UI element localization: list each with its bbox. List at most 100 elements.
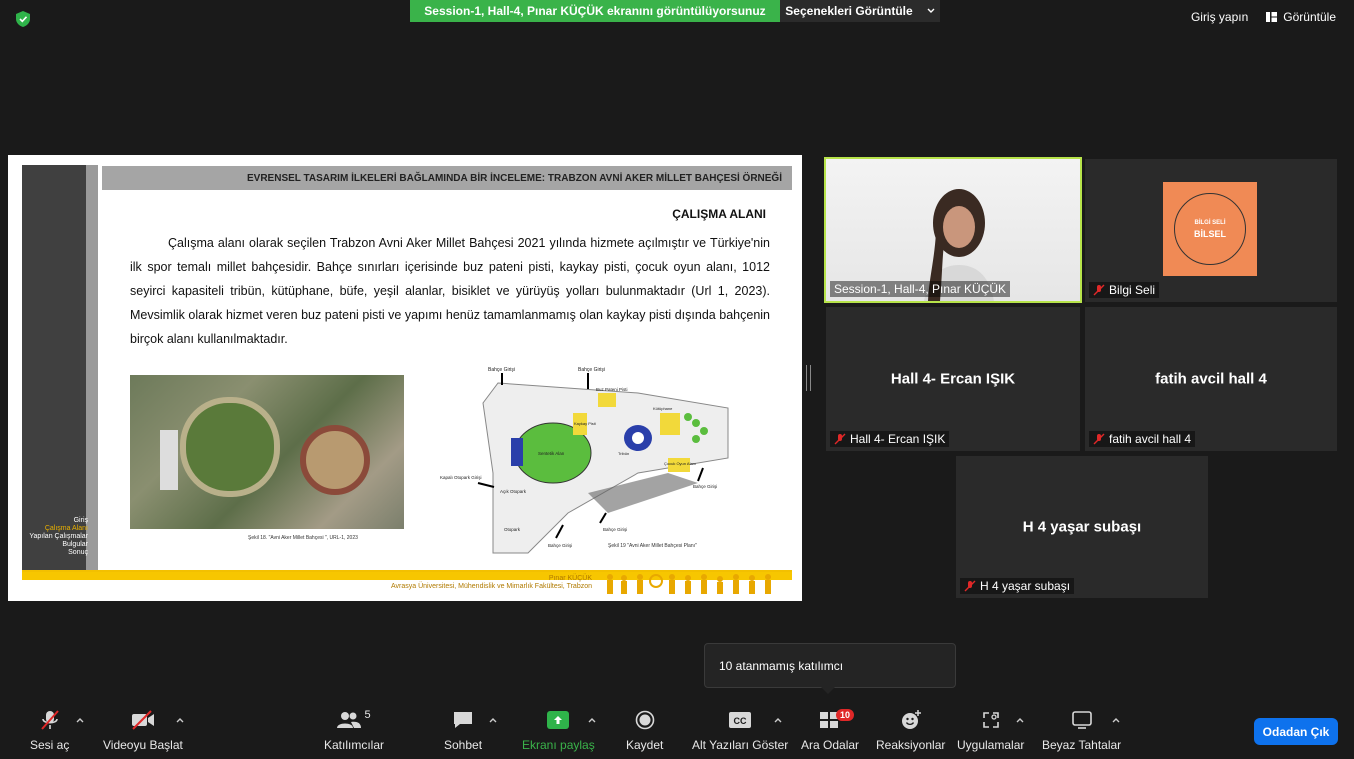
figure-caption: Şekil 19 "Avni Aker Millet Bahçesi Planı… [608, 543, 697, 549]
participant-name: Hall 4- Ercan IŞIK [850, 432, 946, 446]
plan-label-play: Çocuk Oyun Alanı [664, 461, 696, 466]
aerial-building [160, 430, 178, 490]
participant-display-name: fatih avcil hall 4 [1155, 370, 1267, 388]
video-tile-bilgi-seli[interactable]: BİLGİ SELİ BİLSEL Bilgi Seli [1085, 159, 1337, 302]
slide-nav-item-active: Çalışma Alanı [44, 525, 88, 532]
plan-label-field: Sentetik Alan [538, 451, 565, 456]
meeting-toolbar: Sesi aç Videoyu Başlat 5 Katılımcılar So… [0, 700, 1354, 759]
zoom-meeting-window: Session-1, Hall-4, Pınar KÜÇÜK ekranını … [0, 0, 1354, 759]
reactions-button[interactable]: Reaksiyonlar [876, 708, 945, 752]
screen-share-banner: Session-1, Hall-4, Pınar KÜÇÜK ekranını … [410, 0, 780, 22]
participant-name-label: Session-1, Hall-4, Pınar KÜÇÜK [830, 281, 1011, 297]
participant-display-name: H 4 yaşar subaşı [1022, 518, 1142, 536]
chat-icon [454, 712, 473, 728]
record-icon [635, 710, 654, 730]
leave-room-button[interactable]: Odadan Çık [1254, 718, 1338, 745]
chevron-up-icon[interactable] [1112, 716, 1120, 724]
participant-name-label: Bilgi Seli [1089, 282, 1160, 298]
mic-muted-icon [40, 710, 59, 730]
show-captions-label: Alt Yazıları Göster [692, 738, 789, 752]
view-label: Görüntüle [1283, 10, 1336, 24]
slide-nav-item: Yapılan Çalışmalar [29, 533, 88, 540]
slide-affiliation: Avrasya Üniversitesi, Mühendislik ve Mim… [391, 583, 592, 590]
share-arrow-icon [554, 716, 563, 724]
chevron-up-icon[interactable] [489, 716, 497, 724]
plan-label-entrance: Bahçe Girişi [488, 367, 515, 373]
reactions-smiley-icon [901, 710, 921, 729]
plan-label-parking: Kapalı Otopark Girişi [440, 475, 482, 480]
slide-left-bar [22, 165, 94, 570]
chevron-up-icon[interactable] [774, 716, 782, 724]
slide-author: Pınar KÜÇÜK Avrasya Üniversitesi, Mühend… [391, 575, 592, 591]
shared-screen-slide: Giriş Çalışma Alanı Yapılan Çalışmalar B… [8, 155, 802, 601]
share-screen-label: Ekranı paylaş [522, 738, 595, 752]
plan-label-library: Kütüphane [653, 406, 673, 411]
chevron-up-icon[interactable] [76, 716, 84, 724]
apps-icon [982, 712, 999, 728]
plan-label-tribune: Tribün [618, 451, 629, 456]
sign-in-link[interactable]: Giriş yapın [1191, 10, 1248, 24]
captions-icon: CC [729, 712, 752, 728]
logo-ring: BİLGİ SELİ BİLSEL [1174, 193, 1246, 265]
participants-icon [337, 712, 362, 728]
participants-count: 5 [364, 709, 371, 721]
chat-button[interactable]: Sohbet [444, 708, 482, 752]
participant-name: H 4 yaşar subaşı [980, 579, 1071, 593]
participant-display-name: Hall 4- Ercan IŞIK [890, 370, 1016, 388]
unmute-label: Sesi aç [30, 738, 70, 752]
apps-button[interactable]: Uygulamalar [957, 708, 1024, 752]
whiteboards-button[interactable]: Beyaz Tahtalar [1042, 708, 1121, 752]
plan-label-entrance: Bahçe Girişi [578, 367, 605, 373]
plan-label-skate: Kaykay Pisti [574, 421, 596, 426]
resize-handle[interactable] [806, 365, 811, 391]
svg-text:CC: CC [734, 716, 747, 726]
whiteboards-label: Beyaz Tahtalar [1042, 738, 1122, 752]
video-tile-yasar[interactable]: H 4 yaşar subaşı H 4 yaşar subaşı [956, 456, 1208, 598]
logo-text-main: BİLSEL [1193, 228, 1226, 239]
start-video-label: Videoyu Başlat [103, 738, 183, 752]
view-options-button[interactable]: Seçenekleri Görüntüle [780, 0, 940, 22]
breakout-tooltip: 10 atanmamış katılımcı [704, 643, 956, 694]
breakout-rooms-label: Ara Odalar [801, 738, 860, 752]
plan-label-entrance: Bahçe Girişi [603, 527, 627, 532]
chevron-up-icon[interactable] [588, 716, 596, 724]
bilgi-seli-logo: BİLGİ SELİ BİLSEL [1163, 182, 1257, 276]
slide-body-text: Çalışma alanı olarak seçilen Trabzon Avn… [130, 236, 770, 346]
unmute-button[interactable]: Sesi aç [30, 708, 69, 752]
slide-title: EVRENSEL TASARIM İLKELERİ BAĞLAMINDA BİR… [102, 166, 792, 190]
encryption-shield-icon[interactable] [16, 11, 30, 27]
view-button[interactable]: Görüntüle [1266, 10, 1336, 24]
figure-caption: Şekil 18. "Avni Aker Millet Bahçesi ", U… [248, 535, 358, 541]
slide-nav-item: Sonuç [68, 549, 88, 556]
aerial-amphitheater [300, 425, 370, 495]
aerial-track [180, 397, 280, 497]
start-video-button[interactable]: Videoyu Başlat [103, 708, 183, 752]
people-silhouettes-icon [607, 574, 771, 594]
video-tile-active-speaker[interactable]: Session-1, Hall-4, Pınar KÜÇÜK [824, 157, 1082, 303]
slide-nav-item: Bulgular [62, 541, 88, 548]
chevron-up-icon[interactable] [1016, 716, 1024, 724]
share-screen-button[interactable]: Ekranı paylaş [522, 708, 595, 752]
breakout-rooms-button[interactable]: 10 Ara Odalar [801, 708, 859, 752]
grid-view-icon [1266, 12, 1278, 22]
chevron-up-icon[interactable] [176, 716, 184, 724]
record-button[interactable]: Kaydet [626, 708, 663, 752]
participants-button[interactable]: 5 Katılımcılar [324, 708, 384, 752]
slide-nav: Giriş Çalışma Alanı Yapılan Çalışmalar B… [22, 517, 88, 557]
record-label: Kaydet [626, 738, 664, 752]
logo-text-top: BİLGİ SELİ [1194, 219, 1226, 226]
video-tile-ercan[interactable]: Hall 4- Ercan IŞIK Hall 4- Ercan IŞIK [826, 307, 1080, 451]
view-options-label: Seçenekleri Görüntüle [785, 4, 913, 18]
slide-footer: Pınar KÜÇÜK Avrasya Üniversitesi, Mühend… [22, 570, 792, 594]
slide-heading: ÇALIŞMA ALANI [672, 207, 766, 221]
show-captions-button[interactable]: CC Alt Yazıları Göster [692, 708, 788, 752]
participant-name-label: fatih avcil hall 4 [1089, 431, 1196, 447]
mic-muted-icon [964, 580, 976, 592]
participant-name-label: Hall 4- Ercan IŞIK [830, 431, 950, 447]
plan-label-entrance: Bahçe Girişi [548, 543, 572, 548]
slide-author-name: Pınar KÜÇÜK [548, 575, 592, 582]
video-tile-fatih[interactable]: fatih avcil hall 4 fatih avcil hall 4 [1085, 307, 1337, 451]
chat-label: Sohbet [444, 738, 483, 752]
chevron-down-icon [927, 8, 935, 13]
participant-name: fatih avcil hall 4 [1109, 432, 1192, 446]
